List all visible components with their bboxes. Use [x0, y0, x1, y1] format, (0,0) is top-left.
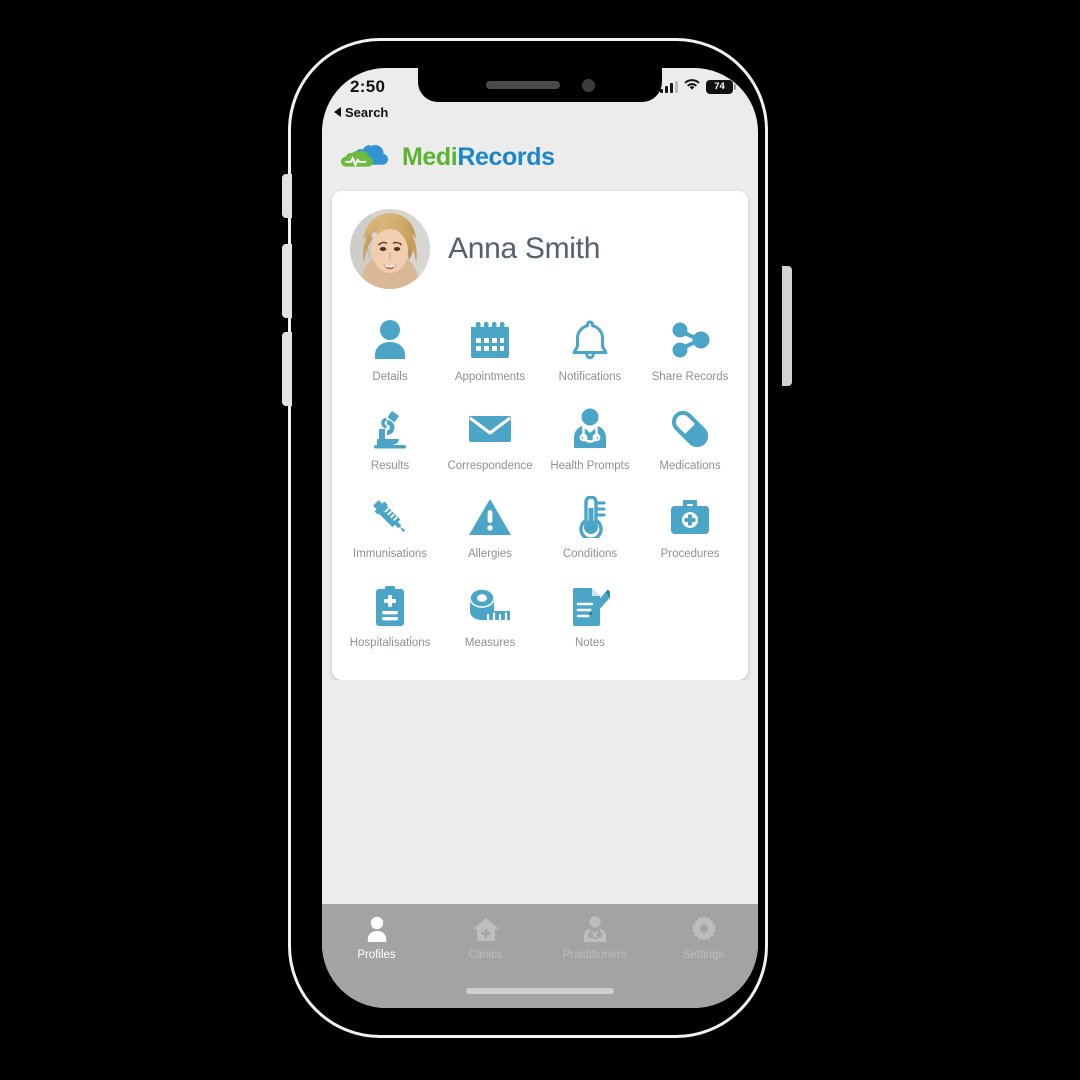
page-background	[322, 679, 758, 904]
note-pencil-icon	[566, 583, 614, 629]
battery-icon: 74	[706, 79, 736, 94]
medical-bag-icon	[666, 494, 714, 540]
status-bar: 2:50 74	[322, 68, 758, 102]
tile-label: Conditions	[562, 548, 618, 561]
back-to-search-link[interactable]: Search	[322, 102, 758, 122]
tile-notes[interactable]: Notes	[540, 575, 640, 660]
bottom-tab-bar: Profiles Clinics Practitioners Settings	[322, 904, 758, 1008]
brand-name-part-2: Records	[457, 143, 555, 171]
brand-name-part-1: Medi	[402, 143, 458, 171]
back-to-search-label: Search	[345, 104, 389, 120]
tile-label: Procedures	[660, 548, 720, 561]
microscope-icon	[366, 406, 414, 452]
app-header: MediRecords	[322, 122, 758, 191]
syringe-icon	[366, 494, 414, 540]
person-icon	[366, 317, 414, 363]
tab-label: Profiles	[357, 949, 396, 961]
tile-conditions[interactable]: Conditions	[540, 486, 640, 571]
pill-capsule-icon	[666, 406, 714, 452]
battery-percent-label: 74	[714, 80, 725, 92]
tab-practitioners[interactable]: Practitioners	[540, 916, 649, 961]
tile-appointments[interactable]: Appointments	[440, 309, 540, 394]
tile-label: Appointments	[454, 371, 526, 383]
tile-label: Notifications	[558, 371, 622, 383]
tile-correspondence[interactable]: Correspondence	[440, 398, 540, 483]
phone-volume-down-button[interactable]	[282, 332, 292, 406]
tile-label: Notes	[574, 636, 606, 649]
phone-screen: 2:50 74 Search MediRecords Anna Smith De…	[322, 68, 758, 1008]
home-indicator[interactable]	[466, 988, 614, 994]
bell-icon	[566, 317, 614, 363]
envelope-icon	[466, 406, 514, 452]
tile-allergies[interactable]: Allergies	[440, 486, 540, 571]
tile-notifications[interactable]: Notifications	[540, 309, 640, 394]
status-bar-time: 2:50	[350, 76, 386, 96]
tile-details[interactable]: Details	[340, 309, 440, 394]
tile-label: Allergies	[467, 548, 513, 561]
patient-name: Anna Smith	[448, 232, 601, 265]
calendar-icon	[466, 317, 514, 363]
measuring-tape-icon	[466, 583, 514, 629]
tab-label: Clinics	[468, 949, 503, 961]
tile-share-records[interactable]: Share Records	[640, 309, 740, 394]
wifi-icon	[684, 78, 700, 96]
phone-mockup-scene: 2:50 74 Search MediRecords Anna Smith De…	[0, 0, 1080, 1080]
back-chevron-icon	[334, 107, 341, 117]
tile-label: Medications	[659, 459, 721, 472]
tile-measures[interactable]: Measures	[440, 575, 540, 660]
tile-label: Details	[372, 371, 408, 383]
tile-label: Correspondence	[447, 459, 533, 472]
tab-label: Practitioners	[562, 949, 627, 961]
medirecords-cloud-logo-icon	[340, 138, 392, 177]
patient-avatar[interactable]	[350, 209, 430, 289]
phone-power-button[interactable]	[782, 266, 792, 386]
clipboard-plus-icon	[366, 583, 414, 629]
feature-tile-grid: Details Appointments Notifications Share…	[338, 295, 742, 660]
clinic-house-icon	[472, 916, 500, 942]
tile-label: Immunisations	[352, 548, 428, 561]
phone-mute-switch[interactable]	[282, 174, 292, 218]
patient-header: Anna Smith	[338, 205, 742, 295]
profiles-person-icon	[364, 916, 390, 942]
tile-health-prompts[interactable]: Health Prompts	[540, 398, 640, 483]
tile-label: Measures	[464, 636, 516, 649]
share-nodes-icon	[666, 317, 714, 363]
tile-label: Share Records	[651, 371, 729, 383]
tile-hospitalisations[interactable]: Hospitalisations	[340, 575, 440, 660]
warning-triangle-icon	[466, 494, 514, 540]
practitioner-icon	[581, 916, 609, 942]
tab-label: Settings	[682, 949, 725, 961]
status-bar-indicators: 74	[660, 78, 736, 96]
tile-label: Hospitalisations	[349, 636, 431, 649]
tile-immunisations[interactable]: Immunisations	[340, 486, 440, 571]
cellular-signal-icon	[660, 80, 678, 93]
tile-procedures[interactable]: Procedures	[640, 486, 740, 571]
tab-clinics[interactable]: Clinics	[431, 916, 540, 961]
gear-icon	[691, 916, 717, 942]
tab-profiles[interactable]: Profiles	[322, 916, 431, 961]
patient-card: Anna Smith Details Appointments Notifica…	[332, 191, 748, 680]
tab-settings[interactable]: Settings	[649, 916, 758, 961]
tile-results[interactable]: Results	[340, 398, 440, 483]
tile-medications[interactable]: Medications	[640, 398, 740, 483]
thermometer-icon	[566, 494, 614, 540]
tile-label: Results	[370, 459, 410, 472]
phone-volume-up-button[interactable]	[282, 244, 292, 318]
tile-label: Health Prompts	[550, 459, 630, 472]
app-title: MediRecords	[402, 143, 555, 172]
doctor-stethoscope-icon	[566, 406, 614, 452]
